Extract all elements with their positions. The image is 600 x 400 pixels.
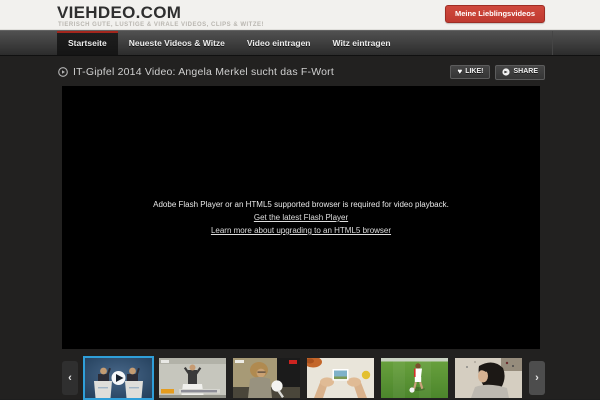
like-button[interactable]: ♥ LIKE! — [450, 65, 491, 79]
thumbnail-carousel: ‹ › — [62, 358, 600, 398]
thumbnail-art-debate — [85, 358, 152, 398]
main-nav: Startseite Neueste Videos & Witze Video … — [0, 30, 600, 56]
site-logo[interactable]: VIEHDEO.COM — [57, 3, 181, 23]
site-header: VIEHDEO.COM TIERISCH GUTE, LUSTIGE & VIR… — [0, 0, 600, 30]
carousel-thumbnail-4[interactable] — [307, 358, 374, 398]
thumbnail-art-photo — [307, 358, 374, 398]
nav-item-startseite[interactable]: Startseite — [57, 31, 118, 55]
player-message-block: Adobe Flash Player or an HTML5 supported… — [62, 198, 540, 237]
nav-divider — [552, 31, 553, 55]
carousel-next-button[interactable]: › — [529, 361, 545, 395]
carousel-thumbnail-2[interactable] — [159, 358, 226, 398]
favorites-button[interactable]: Meine Lieblingsvideos — [444, 5, 545, 23]
like-button-label: LIKE! — [465, 68, 484, 75]
thumbnail-art-interview — [233, 358, 300, 398]
thumbnail-art-soccer — [381, 358, 448, 398]
main-content: IT-Gipfel 2014 Video: Angela Merkel such… — [0, 56, 600, 399]
carousel-thumbnail-1[interactable] — [85, 358, 152, 398]
carousel-thumbnail-5[interactable] — [381, 358, 448, 398]
carousel-prev-button[interactable]: ‹ — [62, 361, 78, 395]
play-circle-icon — [58, 67, 68, 77]
share-button[interactable]: SHARE — [495, 64, 545, 80]
carousel-thumbnail-6[interactable] — [455, 358, 522, 398]
heart-icon: ♥ — [457, 66, 463, 76]
carousel-thumbnail-3[interactable] — [233, 358, 300, 398]
nav-item-video-eintragen[interactable]: Video eintragen — [236, 31, 322, 55]
site-tagline: TIERISCH GUTE, LUSTIGE & VIRALE VIDEOS, … — [58, 22, 265, 28]
thumbnail-art-speech — [159, 358, 226, 398]
nav-item-neueste-videos[interactable]: Neueste Videos & Witze — [118, 31, 236, 55]
get-flash-link[interactable]: Get the latest Flash Player — [62, 211, 540, 224]
video-player[interactable]: Adobe Flash Player or an HTML5 supported… — [62, 86, 540, 349]
page-title: IT-Gipfel 2014 Video: Angela Merkel such… — [73, 66, 334, 78]
thumbnail-art-girl — [455, 358, 522, 398]
flash-required-text: Adobe Flash Player or an HTML5 supported… — [153, 200, 449, 209]
nav-item-witz-eintragen[interactable]: Witz eintragen — [322, 31, 402, 55]
video-title-row: IT-Gipfel 2014 Video: Angela Merkel such… — [55, 56, 545, 80]
share-arrow-icon — [502, 67, 511, 76]
share-button-label: SHARE — [513, 68, 538, 75]
html5-upgrade-link[interactable]: Learn more about upgrading to an HTML5 b… — [62, 224, 540, 237]
